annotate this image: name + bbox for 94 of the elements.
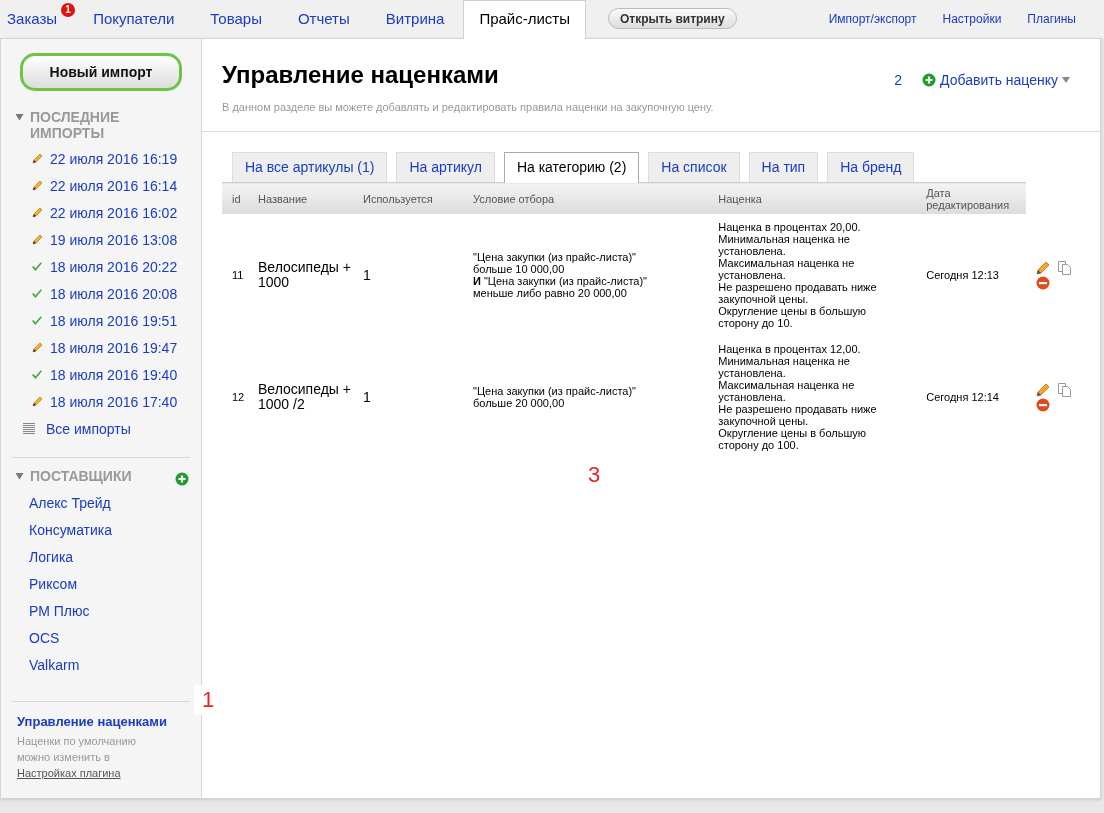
add-markup-button[interactable]: Добавить наценку bbox=[922, 72, 1070, 88]
nav-tab[interactable]: Товары bbox=[193, 0, 279, 38]
section-heading: ПОСТАВЩИКИ bbox=[30, 468, 133, 484]
copy-icon[interactable] bbox=[1058, 260, 1072, 275]
plugin-settings-link[interactable]: Настройках плагина bbox=[17, 767, 121, 779]
import-link[interactable]: 22 июля 2016 16:02 bbox=[50, 204, 178, 221]
condition-text: "Цена закупки (из прайс-листа)" больше 10 000,00 bbox=[473, 251, 638, 275]
id-cell: 11 bbox=[222, 214, 248, 336]
add-icon bbox=[922, 73, 937, 87]
collapse-triangle-icon[interactable] bbox=[15, 113, 24, 121]
category-tab[interactable]: На артикул bbox=[396, 152, 495, 182]
import-link[interactable]: 18 июля 2016 19:47 bbox=[50, 339, 178, 356]
supplier-link[interactable]: Алекс Трейд bbox=[29, 494, 111, 511]
markup-text: Не разрешено продавать ниже закупочной цены. bbox=[718, 403, 878, 427]
delete-icon[interactable] bbox=[1036, 275, 1051, 290]
markup-text: Минимальная наценка не установлена. bbox=[718, 355, 851, 379]
pencil-icon bbox=[31, 341, 43, 354]
usage-cell: 1 bbox=[353, 214, 463, 336]
column-header: Наценка bbox=[708, 182, 917, 214]
column-header: Условие отбора bbox=[463, 182, 709, 214]
column-header: Используется bbox=[353, 182, 463, 214]
open-storefront-button[interactable]: Открыть витрину bbox=[608, 8, 737, 29]
markup-text: Минимальная наценка не установлена. bbox=[718, 233, 851, 257]
all-imports-link[interactable]: Все импорты bbox=[46, 420, 131, 437]
category-tab[interactable]: На список bbox=[648, 152, 740, 182]
delete-icon[interactable] bbox=[1036, 397, 1051, 412]
pencil-icon bbox=[31, 233, 43, 246]
column-header: Дата редактирования bbox=[916, 182, 1027, 214]
name-cell: Велосипеды + 1000 bbox=[248, 214, 353, 336]
edited-date-cell: Сегодня 12:13 bbox=[916, 214, 1027, 336]
pencil-icon bbox=[31, 206, 43, 219]
edit-pencil-icon[interactable] bbox=[1036, 260, 1051, 275]
category-tab[interactable]: На категорию (2) bbox=[503, 152, 640, 183]
supplier-link[interactable]: РМ Плюс bbox=[29, 602, 90, 619]
check-icon bbox=[31, 368, 43, 381]
category-tab[interactable]: На тип bbox=[748, 152, 819, 182]
check-icon bbox=[31, 287, 43, 300]
import-link[interactable]: 18 июля 2016 20:22 bbox=[50, 258, 178, 275]
import-link[interactable]: 18 июля 2016 19:51 bbox=[50, 312, 178, 329]
supplier-link[interactable]: Риксом bbox=[29, 575, 77, 592]
supplier-link[interactable]: Логика bbox=[29, 548, 74, 565]
condition-text: "Цена закупки (из прайс-листа)" больше 20 000,00 bbox=[473, 385, 638, 409]
category-tab[interactable]: На бренд bbox=[827, 152, 915, 182]
section-heading: ПОСЛЕДНИЕ ИМПОРТЫ bbox=[30, 109, 121, 141]
list-icon bbox=[22, 422, 36, 435]
check-icon bbox=[31, 260, 43, 273]
page-title: Управление наценками bbox=[222, 61, 500, 89]
annotation-number: 3 bbox=[588, 464, 601, 486]
column-header: Название bbox=[248, 182, 353, 214]
markup-text: Округление цены в большую сторону до 100. bbox=[718, 427, 867, 451]
page-description: В данном разделе вы можете добавлять и редактировать правила наценки на закупочную цену. bbox=[222, 101, 714, 113]
condition-text: И "Цена закупки (из прайс-листа)" меньше либо равно 20 000,00 bbox=[473, 275, 648, 299]
nav-link[interactable]: Плагины bbox=[1027, 12, 1076, 26]
collapse-triangle-icon[interactable] bbox=[15, 472, 24, 480]
new-import-button[interactable]: Новый импорт bbox=[20, 53, 182, 91]
import-link[interactable]: 22 июля 2016 16:14 bbox=[50, 177, 178, 194]
id-cell-text: 12 bbox=[231, 390, 246, 405]
check-icon bbox=[31, 314, 43, 327]
nav-tab[interactable]: Отчеты bbox=[280, 0, 367, 38]
name-cell-text: Велосипеды + 1000 /2 bbox=[257, 380, 352, 414]
markup-text: Максимальная наценка не установлена. bbox=[718, 379, 856, 403]
usage-cell-text: 1 bbox=[362, 387, 372, 407]
markup-text: Наценка в процентах 20,00. bbox=[718, 221, 862, 233]
import-link[interactable]: 18 июля 2016 17:40 bbox=[50, 393, 178, 410]
import-link[interactable]: 19 июля 2016 13:08 bbox=[50, 231, 178, 248]
annotation-number: 2 bbox=[894, 71, 903, 90]
category-tab[interactable]: На все артикулы (1) bbox=[232, 152, 388, 182]
pencil-icon bbox=[31, 395, 43, 408]
nav-tab[interactable]: Заказы 1 bbox=[0, 0, 75, 38]
copy-icon[interactable] bbox=[1058, 382, 1072, 397]
edited-date-cell-text: Сегодня 12:14 bbox=[925, 390, 1000, 405]
nav-link[interactable]: Настройки bbox=[942, 12, 1002, 26]
column-header: id bbox=[222, 182, 248, 214]
pencil-icon bbox=[31, 152, 43, 165]
nav-tab[interactable]: Покупатели bbox=[76, 0, 192, 38]
nav-link[interactable]: Импорт/экспорт bbox=[828, 12, 917, 26]
supplier-link[interactable]: OCS bbox=[29, 629, 60, 646]
markup-text: Максимальная наценка не установлена. bbox=[718, 257, 856, 281]
markup-text: Округление цены в большую сторону до 10. bbox=[718, 305, 867, 329]
nav-tab[interactable]: Витрина bbox=[368, 0, 462, 38]
supplier-link[interactable]: Консуматика bbox=[29, 521, 113, 538]
supplier-link[interactable]: Valkarm bbox=[29, 656, 80, 673]
import-link[interactable]: 18 июля 2016 19:40 bbox=[50, 366, 178, 383]
markup-text: Наценка в процентах 12,00. bbox=[718, 343, 862, 355]
edit-pencil-icon[interactable] bbox=[1036, 382, 1051, 397]
nav-tab[interactable]: Прайс-листы bbox=[463, 0, 586, 39]
pencil-icon bbox=[31, 179, 43, 192]
notification-badge: 1 bbox=[61, 3, 76, 17]
import-link[interactable]: 18 июля 2016 20:08 bbox=[50, 285, 178, 302]
add-supplier-icon bbox=[175, 472, 189, 486]
import-link[interactable]: 22 июля 2016 16:19 bbox=[50, 150, 178, 167]
caret-icon bbox=[1062, 77, 1070, 83]
markup-text: Не разрешено продавать ниже закупочной цены. bbox=[718, 281, 878, 305]
settings-note: Наценки по умолчанию можно изменить в Настройках плагина bbox=[16, 734, 137, 781]
